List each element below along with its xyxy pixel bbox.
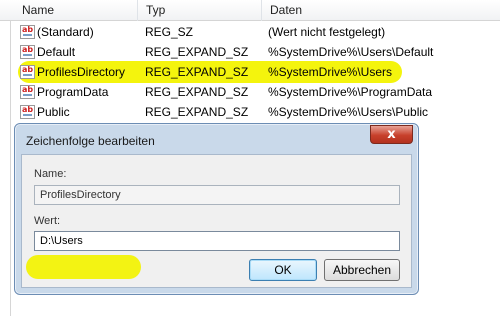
- value-label: Wert:: [34, 215, 61, 227]
- string-value-icon: ab: [20, 65, 35, 79]
- value-name-field: ProfilesDirectory: [34, 185, 400, 205]
- list-row[interactable]: ab Public REG_EXPAND_SZ %SystemDrive%\Us…: [0, 102, 500, 122]
- value-name: ProgramData: [37, 85, 109, 99]
- value-type: REG_EXPAND_SZ: [145, 85, 249, 99]
- column-header-data[interactable]: Daten: [262, 0, 302, 21]
- value-data: (Wert nicht festgelegt): [268, 25, 386, 39]
- value-type: REG_EXPAND_SZ: [145, 45, 249, 59]
- string-value-icon: ab: [20, 25, 35, 39]
- value-data-input[interactable]: D:\Users: [34, 231, 400, 251]
- list-row[interactable]: ab ProgramData REG_EXPAND_SZ %SystemDriv…: [0, 82, 500, 102]
- value-data: %SystemDrive%\Users\Public: [268, 105, 429, 119]
- list-header: Name Typ Daten: [0, 0, 500, 21]
- value-name: ProfilesDirectory: [37, 65, 126, 79]
- string-value-icon: ab: [20, 105, 35, 119]
- name-label: Name:: [34, 168, 67, 180]
- value-type: REG_EXPAND_SZ: [145, 65, 249, 79]
- dialog-body: Name: ProfilesDirectory Wert: D:\Users O…: [21, 154, 412, 288]
- column-header-name[interactable]: Name: [14, 0, 54, 21]
- value-data: %SystemDrive%\Users: [268, 65, 393, 79]
- value-type: REG_SZ: [145, 25, 194, 39]
- list-row[interactable]: ab ProfilesDirectory REG_EXPAND_SZ %Syst…: [0, 62, 500, 82]
- value-name: Default: [37, 45, 76, 59]
- close-icon: x: [387, 127, 396, 142]
- value-name: Public: [37, 105, 70, 119]
- value-name: (Standard): [37, 25, 94, 39]
- list-row[interactable]: ab Default REG_EXPAND_SZ %SystemDrive%\U…: [0, 42, 500, 62]
- dialog-title: Zeichenfolge bearbeiten: [26, 134, 155, 148]
- string-value-icon: ab: [20, 45, 35, 59]
- ok-button[interactable]: OK: [249, 259, 317, 281]
- edit-string-dialog: Zeichenfolge bearbeiten x Name: Profiles…: [14, 123, 419, 295]
- string-value-icon: ab: [20, 85, 35, 99]
- list-row[interactable]: ab (Standard) REG_SZ (Wert nicht festgel…: [0, 22, 500, 42]
- close-button[interactable]: x: [370, 125, 413, 144]
- value-data: %SystemDrive%\ProgramData: [268, 85, 433, 99]
- cancel-button[interactable]: Abbrechen: [324, 259, 400, 281]
- column-header-type[interactable]: Typ: [138, 0, 165, 21]
- value-type: REG_EXPAND_SZ: [145, 105, 249, 119]
- value-data: %SystemDrive%\Users\Default: [268, 45, 434, 59]
- highlight-marker-value: [26, 255, 141, 279]
